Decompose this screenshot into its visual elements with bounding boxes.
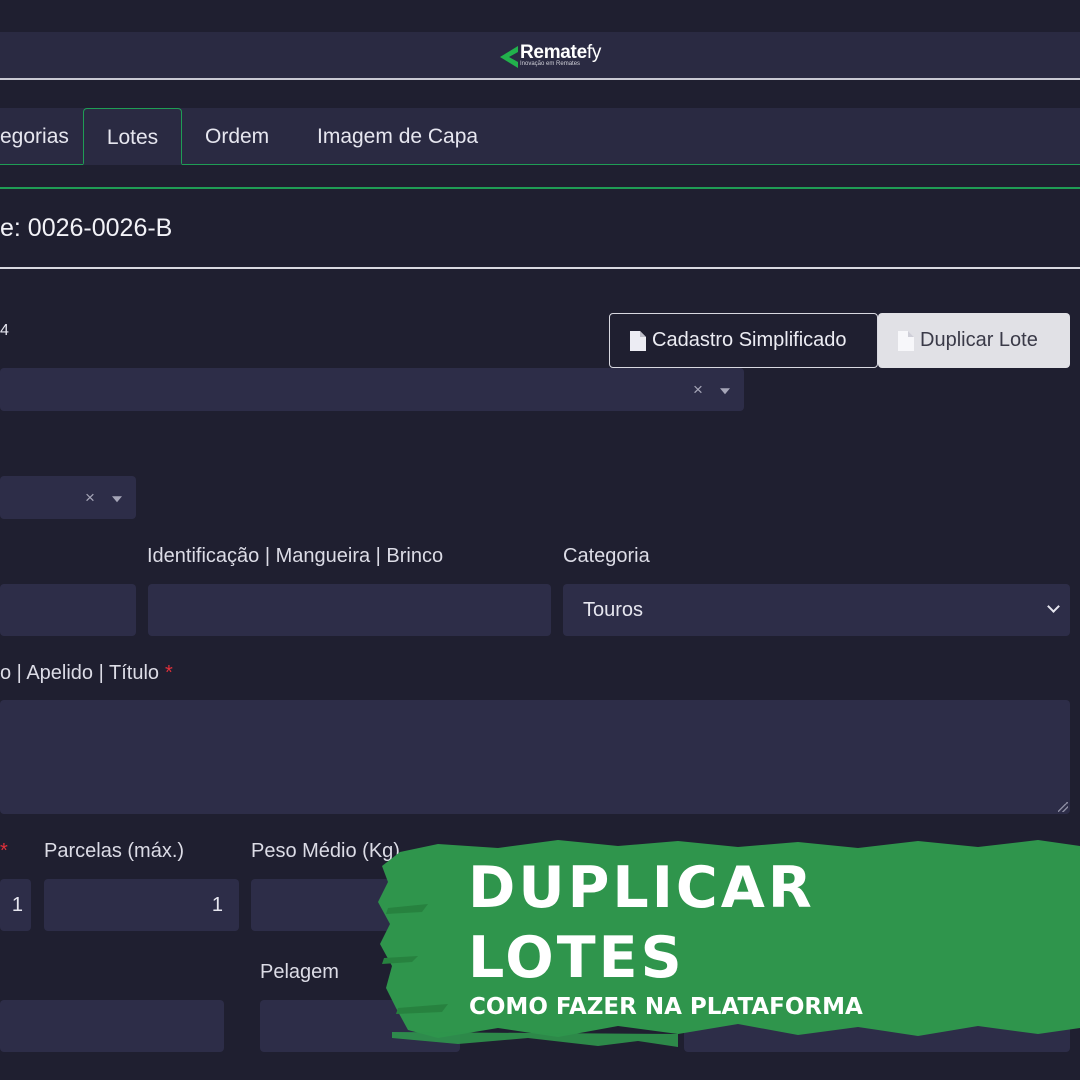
cadastro-simplificado-label: Cadastro Simplificado: [652, 329, 847, 351]
parcelas-value: 1: [211, 894, 223, 916]
lote-number-input[interactable]: [0, 584, 136, 636]
tab-imagem-de-capa[interactable]: Imagem de Capa: [293, 108, 502, 165]
resize-handle-icon[interactable]: [1058, 802, 1068, 812]
cadastro-simplificado-button[interactable]: Cadastro Simplificado: [609, 313, 878, 368]
valor-value: 1: [11, 894, 23, 916]
identificacao-input[interactable]: [148, 584, 551, 636]
section-divider: [0, 187, 1080, 189]
top-navbar: Rematefy Inovação em Remates: [0, 32, 1080, 80]
pelagem-label: Pelagem: [260, 961, 339, 983]
parcelas-label: Parcelas (máx.): [44, 840, 185, 862]
parcelas-input[interactable]: 1: [44, 879, 239, 931]
raca-input[interactable]: [0, 1000, 224, 1052]
document-icon: [630, 330, 646, 351]
required-mark: *: [165, 662, 173, 684]
clear-icon[interactable]: ×: [85, 488, 95, 508]
required-mark-left: *: [0, 840, 8, 862]
categoria-select[interactable]: Touros: [563, 584, 1070, 636]
document-icon: [898, 330, 914, 351]
categoria-label: Categoria: [563, 545, 650, 567]
categoria-value: Touros: [583, 599, 644, 621]
tab-bar: egorias Lotes Ordem Imagem de Capa: [0, 108, 1080, 165]
duplicar-lote-label: Duplicar Lote: [920, 329, 1038, 351]
clear-icon[interactable]: ×: [693, 380, 703, 400]
cropped-label-fragment: 4: [0, 322, 9, 339]
lote-title: e: 0026-0026-B: [0, 214, 173, 242]
tab-lotes[interactable]: Lotes: [83, 108, 182, 165]
title-divider: [0, 267, 1080, 269]
secondary-select[interactable]: ×: [0, 476, 136, 519]
logo-arrow-icon: [500, 46, 518, 68]
tab-ordem[interactable]: Ordem: [181, 108, 293, 165]
leilao-select[interactable]: ×: [0, 368, 744, 411]
banner-title-line1: DUPLICAR: [468, 855, 815, 921]
nome-label: o | Apelido | Título *: [0, 662, 173, 684]
caret-down-icon: [720, 387, 730, 394]
duplicar-lote-button[interactable]: Duplicar Lote: [878, 313, 1070, 368]
valor-input[interactable]: 1: [0, 879, 31, 931]
chevron-down-icon: [1047, 600, 1060, 613]
nome-textarea[interactable]: [0, 700, 1070, 814]
tab-categorias[interactable]: egorias: [0, 108, 93, 165]
identificacao-label: Identificação | Mangueira | Brinco: [147, 545, 444, 567]
banner-subtitle: COMO FAZER NA PLATAFORMA: [469, 994, 863, 1020]
caret-down-icon: [112, 495, 122, 502]
banner-title-line2: LOTES: [468, 925, 685, 991]
logo-tagline: Inovação em Remates: [520, 61, 581, 67]
